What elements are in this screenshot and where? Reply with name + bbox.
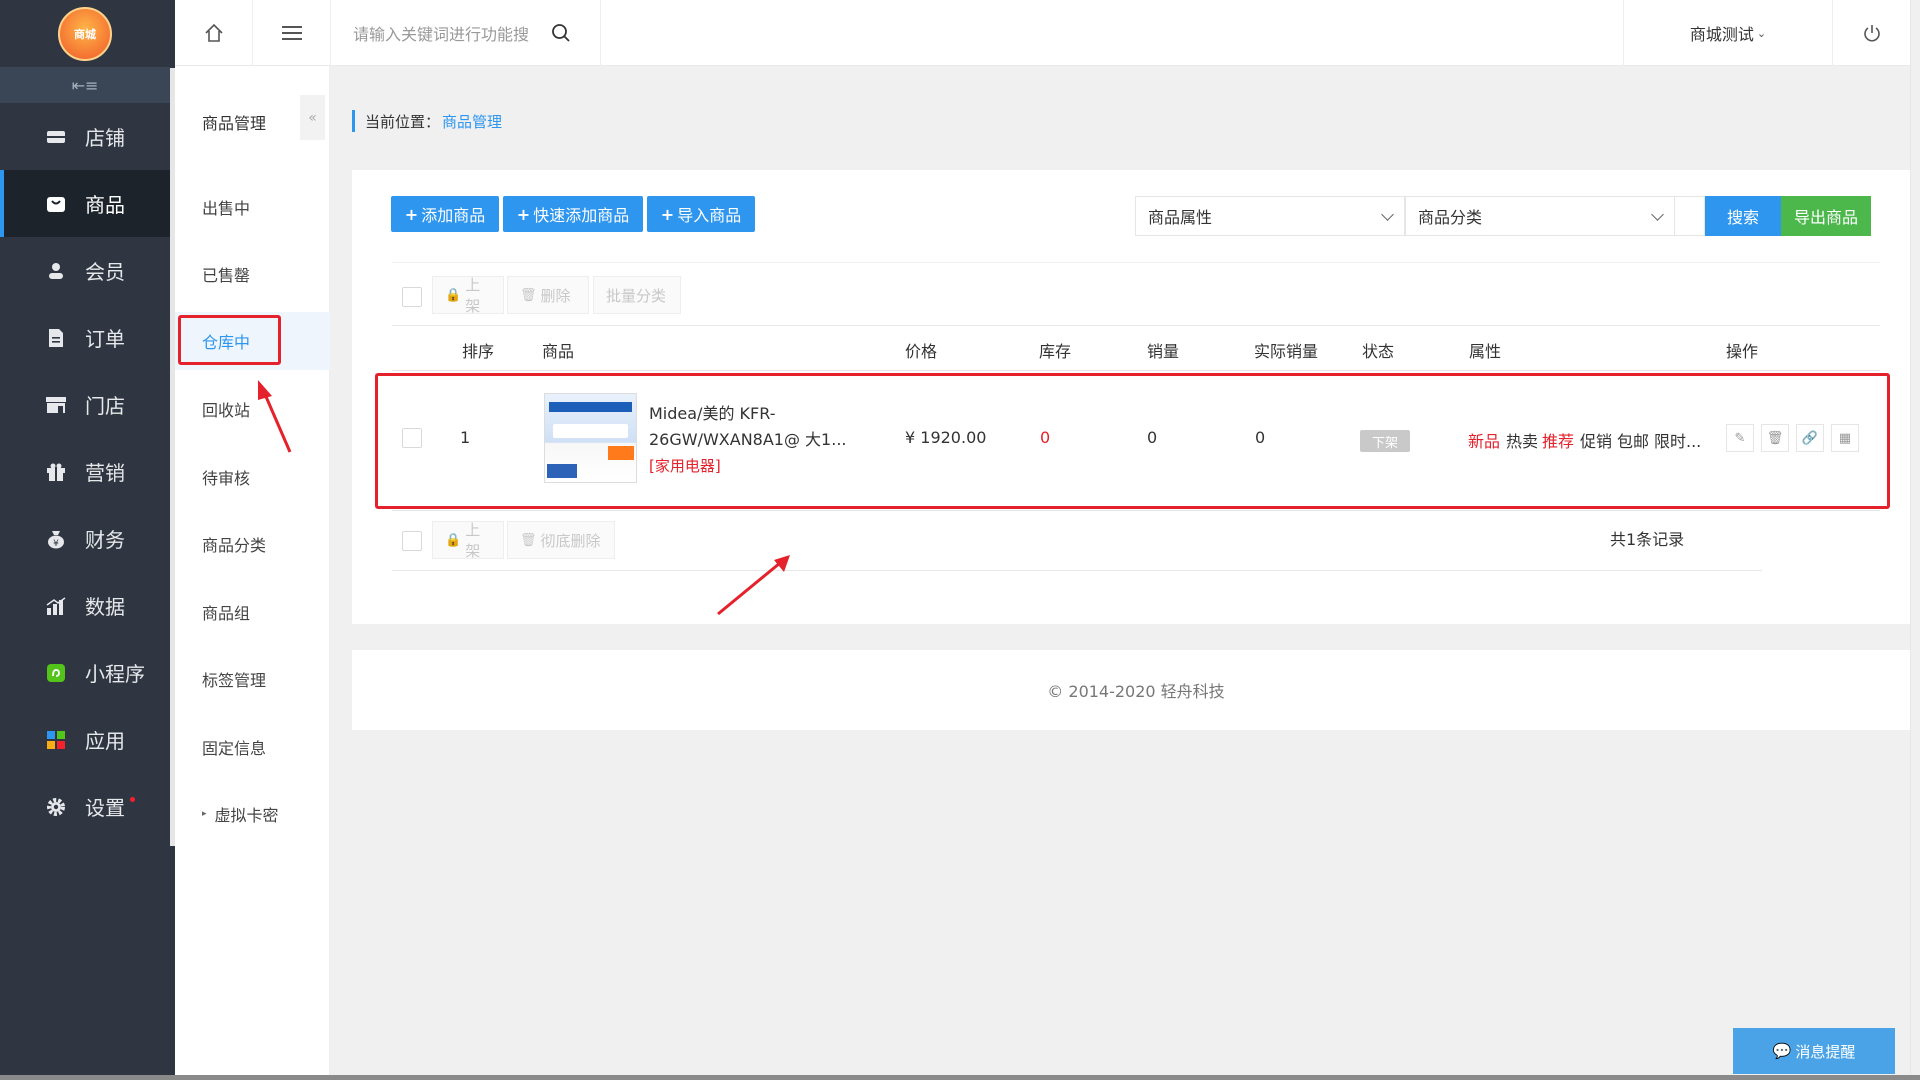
arrow-row [717, 555, 790, 616]
message-reminder-button[interactable]: 💬 消息提醒 [1733, 1028, 1895, 1074]
arrow-subnav [258, 380, 292, 453]
footer: © 2014-2020 轻舟科技 [352, 650, 1920, 730]
bottom-scrollbar [0, 1075, 1920, 1080]
annotation-arrows [258, 380, 790, 616]
chat-icon: 💬 [1772, 1042, 1792, 1060]
page-scrollbar[interactable] [1910, 0, 1920, 1080]
message-reminder-label: 消息提醒 [1795, 1042, 1856, 1061]
copyright: © 2014-2020 轻舟科技 [1047, 682, 1225, 701]
